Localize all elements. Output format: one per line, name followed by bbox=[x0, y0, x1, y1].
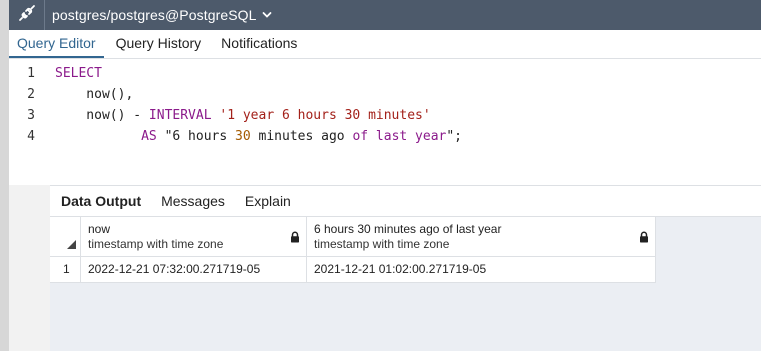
table-cell[interactable]: 2021-12-21 01:02:00.271719-05 bbox=[307, 257, 656, 282]
code-line[interactable]: 4 AS "6 hours 30 minutes ago of last yea… bbox=[9, 126, 462, 147]
select-all-corner[interactable] bbox=[50, 217, 81, 256]
code-token: "6 hours bbox=[156, 129, 236, 144]
line-number: 1 bbox=[27, 66, 35, 81]
code-token: '1 year 6 hours 30 minutes' bbox=[219, 108, 431, 123]
column-type: timestamp with time zone bbox=[314, 237, 450, 251]
code-line[interactable]: 2 now(), bbox=[9, 84, 133, 105]
tab-data-output[interactable]: Data Output bbox=[55, 193, 151, 209]
editor-tabbar: Query Editor Query History Notifications bbox=[9, 30, 761, 59]
code-line[interactable]: 1 SELECT bbox=[9, 63, 102, 84]
line-number: 2 bbox=[27, 87, 35, 102]
code-token: now() - bbox=[55, 108, 149, 123]
results-tabbar: Data Output Messages Explain bbox=[50, 186, 761, 217]
code-token: AS bbox=[141, 129, 157, 144]
code-token: "; bbox=[446, 129, 463, 144]
table-row[interactable]: 1 2022-12-21 07:32:00.271719-05 2021-12-… bbox=[50, 257, 656, 283]
connection-titlebar: postgres/postgres@PostgreSQL bbox=[9, 0, 761, 30]
row-number[interactable]: 1 bbox=[50, 257, 81, 282]
tab-messages[interactable]: Messages bbox=[155, 193, 235, 209]
column-name: now bbox=[88, 222, 111, 236]
lock-icon bbox=[290, 231, 300, 246]
code-token: now(), bbox=[55, 87, 134, 102]
connection-title[interactable]: postgres/postgres@PostgreSQL bbox=[52, 7, 257, 23]
chevron-down-icon[interactable] bbox=[262, 10, 272, 20]
tab-notifications[interactable]: Notifications bbox=[213, 30, 305, 58]
line-number: 4 bbox=[27, 129, 35, 144]
column-header-now[interactable]: now timestamp with time zone bbox=[81, 217, 307, 256]
line-number: 3 bbox=[27, 108, 35, 123]
column-header-ago[interactable]: 6 hours 30 minutes ago of last year time… bbox=[307, 217, 656, 256]
tab-query-editor[interactable]: Query Editor bbox=[9, 30, 104, 58]
column-type: timestamp with time zone bbox=[88, 237, 224, 251]
code-token: of last year bbox=[352, 129, 447, 144]
table-cell[interactable]: 2022-12-21 07:32:00.271719-05 bbox=[81, 257, 307, 282]
left-panel-rail bbox=[0, 0, 9, 351]
tab-explain[interactable]: Explain bbox=[239, 193, 301, 209]
code-token: 30 bbox=[235, 129, 251, 144]
lock-icon bbox=[639, 231, 649, 246]
connection-icon-button[interactable] bbox=[9, 0, 45, 30]
code-token: SELECT bbox=[55, 66, 102, 81]
sql-editor[interactable]: 1 SELECT 2 now(), 3 now() - INTERVAL '1 yea… bbox=[9, 59, 761, 185]
column-name: 6 hours 30 minutes ago of last year bbox=[314, 222, 502, 236]
grid-header-row: now timestamp with time zone 6 hours 30 … bbox=[50, 217, 656, 257]
code-token: minutes ago bbox=[250, 129, 353, 144]
plug-icon bbox=[18, 4, 36, 27]
code-line[interactable]: 3 now() - INTERVAL '1 year 6 hours 30 mi… bbox=[9, 105, 431, 126]
code-token: INTERVAL bbox=[148, 108, 212, 123]
tab-query-history[interactable]: Query History bbox=[108, 30, 210, 58]
results-panel: Data Output Messages Explain now timesta… bbox=[50, 185, 761, 351]
corner-triangle-icon bbox=[67, 240, 76, 249]
